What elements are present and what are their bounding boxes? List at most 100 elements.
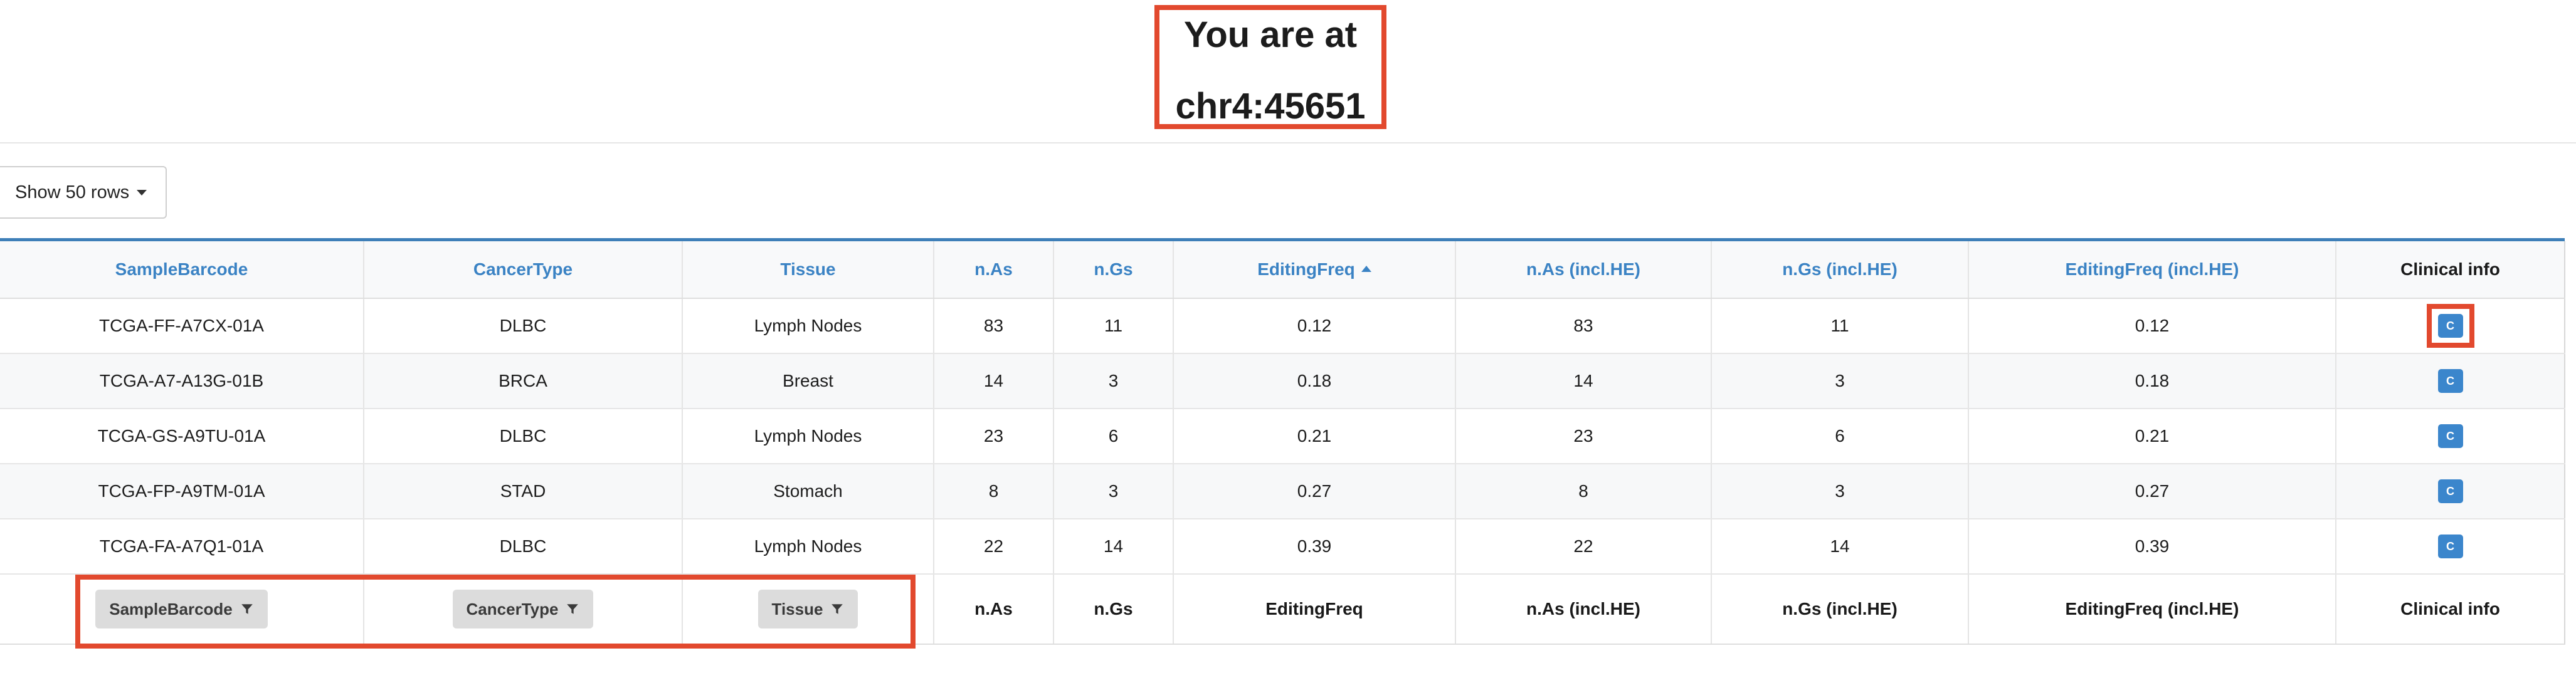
cell-clinical-info: C (2336, 464, 2565, 519)
funnel-icon (567, 604, 579, 614)
table-row: TCGA-FP-A9TM-01A STAD Stomach 8 3 0.27 8… (0, 464, 2565, 519)
column-header-cancertype[interactable]: CancerType (364, 241, 683, 299)
clinical-info-button[interactable]: C (2437, 369, 2463, 393)
column-header-editingfreq-incl-he[interactable]: EditingFreq (incl.HE) (1968, 241, 2336, 299)
cell-n-as: 22 (934, 519, 1054, 575)
cell-editingfreq: 0.39 (1173, 519, 1456, 575)
cell-cancertype: STAD (364, 464, 683, 519)
cell-n-as: 23 (934, 409, 1054, 464)
column-header-editingfreq-label: EditingFreq (1257, 259, 1355, 279)
cell-n-as-incl-he: 8 (1455, 464, 1712, 519)
clinical-info-button[interactable]: C (2437, 535, 2463, 558)
show-rows-dropdown[interactable]: Show 50 rows (0, 166, 167, 219)
column-header-tissue[interactable]: Tissue (682, 241, 934, 299)
cell-samplebarcode: TCGA-FF-A7CX-01A (0, 298, 364, 354)
footer-label-editingfreq-incl-he: EditingFreq (incl.HE) (1968, 574, 2336, 645)
clinical-info-button[interactable]: C (2437, 314, 2463, 338)
column-header-samplebarcode[interactable]: SampleBarcode (0, 241, 364, 299)
cell-n-as: 8 (934, 464, 1054, 519)
cell-n-gs-incl-he: 14 (1711, 519, 1969, 575)
cell-editingfreq: 0.21 (1173, 409, 1456, 464)
filter-button-label: CancerType (466, 599, 559, 618)
footer-label-n-as: n.As (934, 574, 1054, 645)
cell-editingfreq: 0.27 (1173, 464, 1456, 519)
cell-tissue: Lymph Nodes (682, 409, 934, 464)
filter-button-cancertype[interactable]: CancerType (452, 590, 594, 628)
cell-cancertype: DLBC (364, 519, 683, 575)
cell-n-as: 14 (934, 353, 1054, 409)
cell-cancertype: DLBC (364, 298, 683, 354)
clinical-info-button[interactable]: C (2437, 424, 2463, 448)
cell-clinical-info: C (2336, 519, 2565, 575)
location-highlight-box: You are at chr4:45651 (1154, 5, 1386, 129)
footer-label-n-as-incl-he: n.As (incl.HE) (1455, 574, 1712, 645)
cell-n-gs-incl-he: 11 (1711, 298, 1969, 354)
cell-samplebarcode: TCGA-FP-A9TM-01A (0, 464, 364, 519)
cell-tissue: Stomach (682, 464, 934, 519)
cell-editingfreq: 0.18 (1173, 353, 1456, 409)
cell-n-gs: 3 (1053, 464, 1174, 519)
cell-n-gs-incl-he: 3 (1711, 464, 1969, 519)
cell-n-as: 83 (934, 298, 1054, 354)
clinical-info-button[interactable]: C (2437, 479, 2463, 503)
show-rows-label: Show 50 rows (15, 182, 130, 202)
column-header-n-as[interactable]: n.As (934, 241, 1054, 299)
column-header-n-gs-incl-he[interactable]: n.Gs (incl.HE) (1711, 241, 1969, 299)
table-row: TCGA-GS-A9TU-01A DLBC Lymph Nodes 23 6 0… (0, 409, 2565, 464)
cell-n-gs: 6 (1053, 409, 1174, 464)
location-coordinate: chr4:45651 (1175, 86, 1366, 127)
cell-samplebarcode: TCGA-GS-A9TU-01A (0, 409, 364, 464)
table-header-row: SampleBarcode CancerType Tissue n.As n.G… (0, 241, 2565, 299)
filter-button-label: Tissue (771, 599, 823, 618)
samples-table-container: SampleBarcode CancerType Tissue n.As n.G… (0, 238, 2565, 664)
cell-clinical-info: C (2336, 409, 2565, 464)
cell-clinical-info: C (2336, 353, 2565, 409)
cell-n-gs: 11 (1053, 298, 1174, 354)
column-header-clinical-info: Clinical info (2336, 241, 2565, 299)
cell-editingfreq: 0.12 (1173, 298, 1456, 354)
table-footer-row: SampleBarcode CancerType Tissue n.As n.G… (0, 574, 2565, 645)
filter-button-tissue[interactable]: Tissue (757, 590, 858, 628)
footer-label-n-gs-incl-he: n.Gs (incl.HE) (1711, 574, 1969, 645)
footer-label-clinical-info: Clinical info (2336, 574, 2565, 645)
caret-down-icon (137, 190, 147, 196)
footer-filter-cell-samplebarcode: SampleBarcode (0, 574, 364, 645)
cell-samplebarcode: TCGA-FA-A7Q1-01A (0, 519, 364, 575)
table-row: TCGA-FA-A7Q1-01A DLBC Lymph Nodes 22 14 … (0, 519, 2565, 575)
funnel-icon (831, 604, 843, 614)
cell-n-as-incl-he: 22 (1455, 519, 1712, 575)
page: You are at chr4:45651 Show 50 rows Sampl… (0, 0, 2576, 678)
clinical-button-highlight: C (2426, 304, 2474, 348)
cell-tissue: Lymph Nodes (682, 298, 934, 354)
cell-samplebarcode: TCGA-A7-A13G-01B (0, 353, 364, 409)
table-row: TCGA-A7-A13G-01B BRCA Breast 14 3 0.18 1… (0, 353, 2565, 409)
column-header-n-gs[interactable]: n.Gs (1053, 241, 1174, 299)
footer-label-editingfreq: EditingFreq (1173, 574, 1456, 645)
cell-n-gs: 3 (1053, 353, 1174, 409)
cell-n-gs: 14 (1053, 519, 1174, 575)
cell-tissue: Breast (682, 353, 934, 409)
cell-editingfreq-incl-he: 0.21 (1968, 409, 2336, 464)
footer-filter-cell-cancertype: CancerType (364, 574, 683, 645)
location-title: You are at (1183, 14, 1358, 55)
cell-clinical-info: C (2336, 298, 2565, 354)
cell-n-as-incl-he: 83 (1455, 298, 1712, 354)
filter-button-samplebarcode[interactable]: SampleBarcode (95, 590, 268, 628)
cell-editingfreq-incl-he: 0.39 (1968, 519, 2336, 575)
cell-tissue: Lymph Nodes (682, 519, 934, 575)
column-header-editingfreq[interactable]: EditingFreq (1173, 241, 1456, 299)
samples-table: SampleBarcode CancerType Tissue n.As n.G… (0, 241, 2565, 645)
cell-n-gs-incl-he: 6 (1711, 409, 1969, 464)
footer-filter-cell-tissue: Tissue (682, 574, 934, 645)
cell-n-gs-incl-he: 3 (1711, 353, 1969, 409)
footer-label-n-gs: n.Gs (1053, 574, 1174, 645)
cell-n-as-incl-he: 23 (1455, 409, 1712, 464)
filter-button-label: SampleBarcode (109, 599, 233, 618)
header-divider (0, 142, 2576, 143)
sort-ascending-icon (1361, 265, 1371, 272)
cell-editingfreq-incl-he: 0.12 (1968, 298, 2336, 354)
cell-cancertype: BRCA (364, 353, 683, 409)
column-header-n-as-incl-he[interactable]: n.As (incl.HE) (1455, 241, 1712, 299)
cell-cancertype: DLBC (364, 409, 683, 464)
cell-editingfreq-incl-he: 0.27 (1968, 464, 2336, 519)
